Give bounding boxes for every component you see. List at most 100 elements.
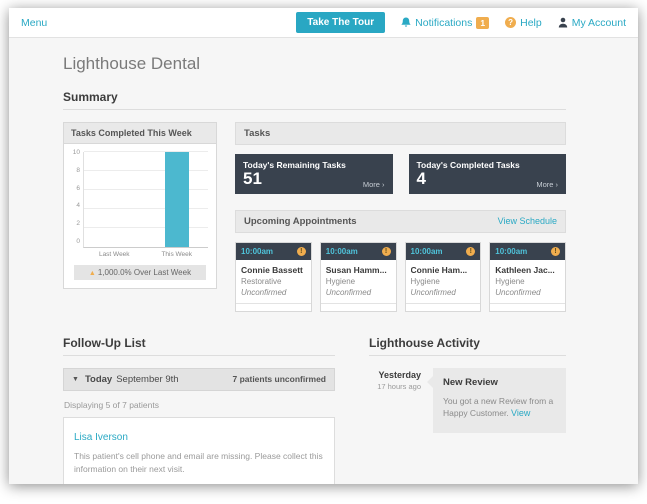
topbar-right-group: Take The Tour Notifications 1 ? Help My … [296,12,626,33]
page-title: Lighthouse Dental [63,54,201,73]
warning-icon: ! [466,246,476,256]
activity-when-sub: 17 hours ago [377,381,421,391]
chart-x-label: Last Week [98,251,130,258]
warning-icon: ! [551,246,560,256]
activity-card-title: New Review [443,376,498,388]
appointment-status: Unconfirmed [410,287,456,297]
chart-x-labels: Last Week This Week [83,248,208,258]
my-account-label: My Account [571,16,626,29]
chart-plot [83,151,208,248]
take-the-tour-button[interactable]: Take The Tour [296,12,386,33]
patient-name: Susan Hamm... [325,264,387,275]
group-day: Today [84,373,113,385]
chart-bar [84,152,146,247]
tasks-completed-panel: Tasks Completed This Week 10 8 6 4 2 0 Last W… [63,122,217,289]
remaining-tasks-label: Today's Remaining Tasks [243,160,346,170]
summary-section-title: Summary [63,90,566,110]
activity-title: Lighthouse Activity [369,336,566,356]
help-button[interactable]: ? Help [505,17,542,29]
follow-up-title: Follow-Up List [63,336,335,356]
main-content: Lighthouse Dental Summary Tasks Complete… [9,38,638,484]
my-account-button[interactable]: My Account [558,17,626,29]
appointment-card[interactable]: 10:00am ! Susan Hamm... Hygiene Unconfir… [319,241,397,312]
activity-text: You got a new Review from a Happy Custom… [443,395,554,419]
appointment-card-footer [490,302,565,311]
group-date: September 9th [116,373,179,385]
appointment-card-header: 10:00am ! [405,242,481,260]
chart-y-axis: 10 8 6 4 2 0 [72,149,80,245]
menu-link[interactable]: Menu [21,17,47,29]
follow-up-section: Follow-Up List ▼ Today September 9th 7 p… [63,336,335,484]
patient-name-link[interactable]: Lisa Iverson [74,432,128,443]
appointment-time: 10:00am [410,246,443,256]
task-cards: Today's Remaining Tasks 51 More › Today'… [235,154,566,194]
patient-follow-up-card: Lisa Iverson This patient's cell phone a… [63,416,335,484]
upcoming-appointments-title: Upcoming Appointments [244,215,357,227]
follow-up-group-header[interactable]: ▼ Today September 9th 7 patients unconfi… [63,367,335,391]
tasks-strip-title: Tasks [244,128,271,139]
summary-grid: Tasks Completed This Week 10 8 6 4 2 0 Last W… [63,122,566,312]
appointment-card[interactable]: 10:00am ! Kathleen Jac... Hygiene Unconf… [489,241,566,312]
patient-name: Connie Bassett [241,264,303,275]
top-navigation-bar: Menu Take The Tour Notifications 1 ? Hel… [9,8,638,38]
upcoming-appointments-strip: Upcoming Appointments View Schedule [235,209,566,233]
warning-icon: ! [296,246,306,256]
help-label: Help [520,16,542,29]
completed-tasks-value: 4 [416,169,426,188]
completed-tasks-card[interactable]: Today's Completed Tasks 4 More › [408,154,566,194]
appointment-type: Hygiene [410,276,440,286]
notifications-label: Notifications [415,16,473,29]
up-arrow-icon: ▲ [88,270,96,277]
appointment-time: 10:00am [241,246,274,256]
warning-icon: ! [381,246,391,256]
remaining-tasks-more-link[interactable]: More › [363,180,385,189]
appointment-card-footer [320,302,396,311]
activity-item: Yesterday 17 hours ago New Review You go… [369,367,566,433]
appointment-card-footer [236,302,311,311]
activity-card: New Review You got a new Review from a H… [427,367,566,433]
remaining-tasks-card[interactable]: Today's Remaining Tasks 51 More › [235,154,393,194]
view-schedule-link[interactable]: View Schedule [498,216,557,226]
appointment-type: Hygiene [325,276,356,286]
help-icon: ? [505,17,517,28]
appointment-card-body: Susan Hamm... Hygiene Unconfirmed [321,260,396,303]
bar-chart: 10 8 6 4 2 0 [72,149,208,248]
appointment-card-header: 10:00am ! [236,242,311,260]
chart-bar [146,152,208,247]
notifications-badge: 1 [476,16,490,29]
patient-name: Kathleen Jac... [495,264,555,275]
activity-card-text: You got a new Review from a Happy Custom… [443,395,556,421]
appointment-time: 10:00am [325,246,358,256]
patient-name: Connie Ham... [410,264,468,275]
appointment-card[interactable]: 10:00am ! Connie Bassett Restorative Unc… [235,241,312,312]
group-unconfirmed-count: 7 patients unconfirmed [232,374,326,385]
appointment-status: Unconfirmed [495,287,541,297]
chart-footnote: ▲ 1,000.0% Over Last Week [74,265,206,280]
activity-view-link[interactable]: View [511,408,530,418]
appointment-type: Restorative [241,276,282,286]
appointment-status: Unconfirmed [241,287,287,297]
appointment-status: Unconfirmed [325,287,372,297]
appointments-grid: 10:00am ! Connie Bassett Restorative Unc… [235,241,566,312]
notifications-button[interactable]: Notifications 1 [401,16,490,29]
completed-tasks-label: Today's Completed Tasks [416,160,520,170]
completed-tasks-more-link[interactable]: More › [536,180,558,189]
bell-icon [401,17,411,27]
chart-footnote-text: 1,000.0% Over Last Week [97,268,192,277]
appointment-card-header: 10:00am ! [320,242,396,260]
remaining-tasks-value: 51 [243,169,262,188]
user-icon [558,17,567,28]
appointment-type: Hygiene [495,276,525,286]
appointment-card-header: 10:00am ! [490,242,565,260]
appointment-card[interactable]: 10:00am ! Connie Ham... Hygiene Unconfir… [404,241,482,312]
appointment-card-body: Connie Ham... Hygiene Unconfirmed [406,260,481,303]
caret-down-icon: ▼ [72,375,79,383]
app-window: Menu Take The Tour Notifications 1 ? Hel… [9,8,638,484]
bottom-grid: Follow-Up List ▼ Today September 9th 7 p… [63,336,566,484]
lighthouse-activity-section: Lighthouse Activity Yesterday 17 hours a… [369,336,566,484]
appointment-time: 10:00am [495,246,528,256]
tasks-completed-panel-title: Tasks Completed This Week [64,123,216,144]
chart-x-label: This Week [161,251,193,258]
patient-note: This patient's cell phone and email are … [74,450,323,474]
displaying-count: Displaying 5 of 7 patients [64,399,159,410]
